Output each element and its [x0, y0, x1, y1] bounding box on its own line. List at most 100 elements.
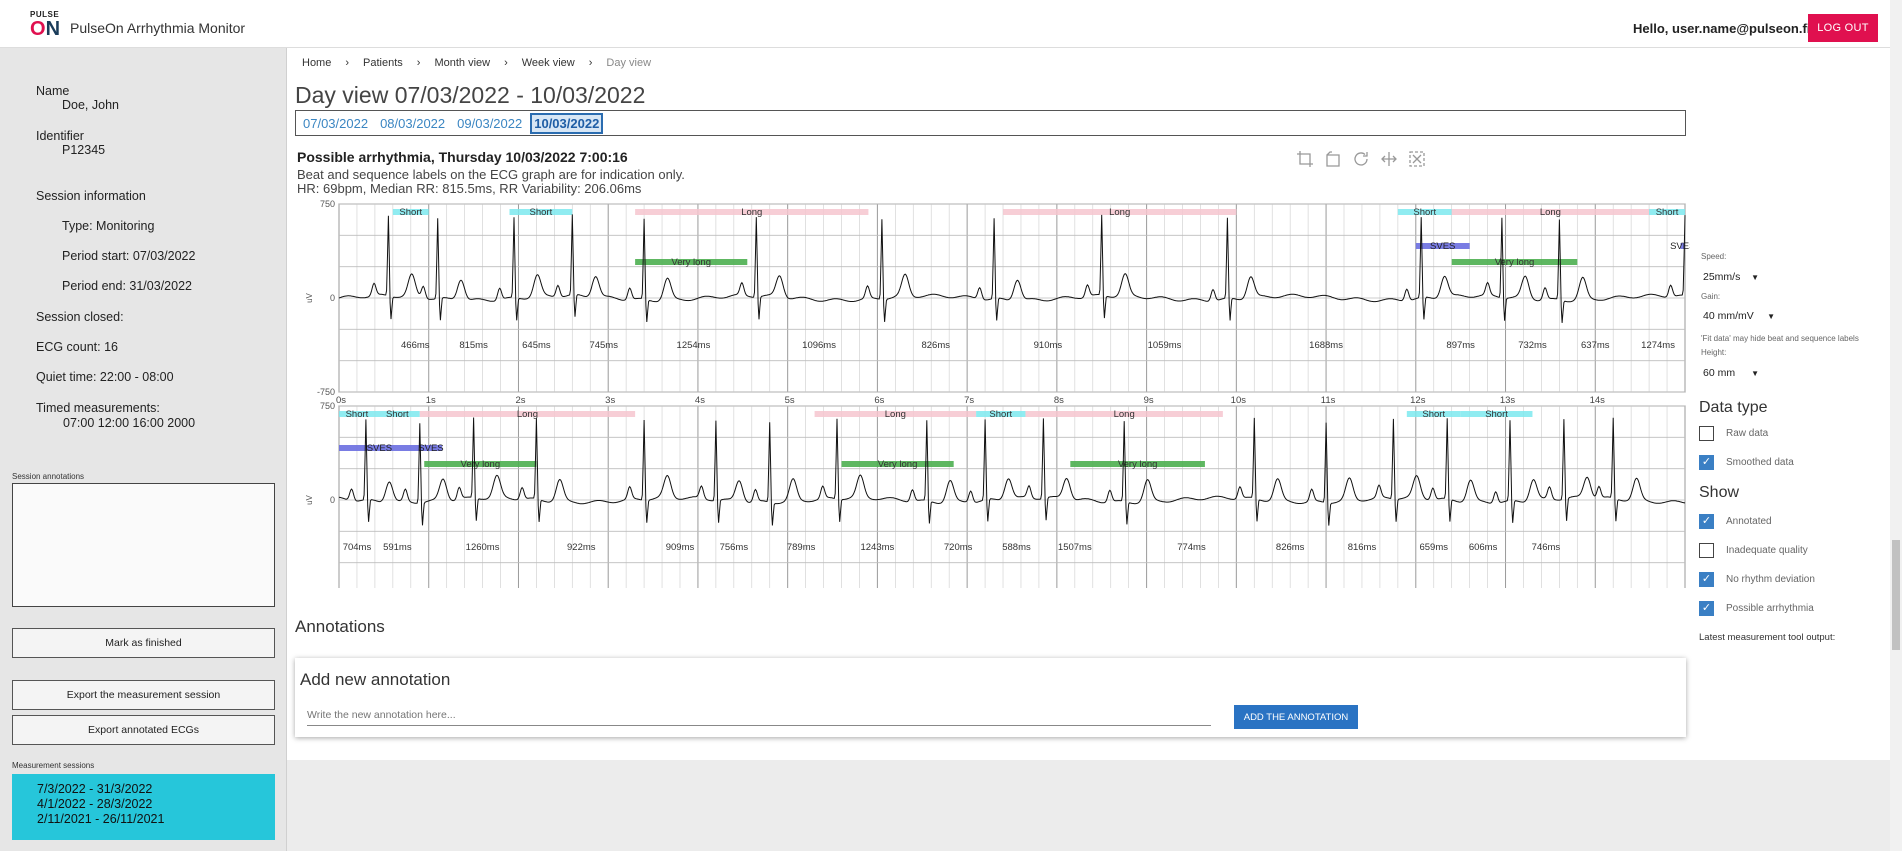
ecg-chart[interactable]: 750 0 -750 uV 0s 1s 2s 3s 4s 5s 6s 7s 8s 9s 10s 11s 12s 1… [295, 196, 1690, 588]
y-tick-label: -750 [317, 387, 335, 397]
raw-data-checkbox[interactable]: Raw data [1699, 426, 1768, 441]
export-session-button[interactable]: Export the measurement session [12, 680, 275, 710]
no-rhythm-deviation-label: No rhythm deviation [1726, 574, 1815, 585]
x-tick-label: 7s [964, 395, 974, 406]
rr-interval-label: 1260ms [466, 542, 500, 553]
quiet-time: Quiet time: 22:00 - 08:00 [36, 370, 174, 384]
footer-area [287, 760, 1890, 851]
tab-day[interactable]: 08/03/2022 [380, 116, 445, 131]
plot-area [338, 405, 1686, 588]
y-tick-label: 0 [330, 495, 335, 505]
latest-output-label: Latest measurement tool output: [1699, 632, 1836, 643]
session-item[interactable]: 4/1/2022 - 28/3/2022 [37, 797, 275, 812]
scrollbar-thumb[interactable] [1892, 540, 1900, 650]
x-tick-label: 8s [1054, 395, 1064, 406]
app-title: PulseOn Arrhythmia Monitor [70, 20, 246, 36]
annotation-label: Short [1656, 207, 1679, 218]
annotation-input[interactable] [307, 704, 1211, 726]
breadcrumb-week[interactable]: Week view [522, 57, 575, 69]
rr-interval-label: 1688ms [1309, 340, 1343, 351]
smoothed-data-checkbox[interactable]: ✓ Smoothed data [1699, 455, 1794, 470]
session-item[interactable]: 2/11/2021 - 26/11/2021 [37, 812, 275, 827]
tab-day[interactable]: 07/03/2022 [303, 116, 368, 131]
timed-measurements-label: Timed measurements: [36, 401, 160, 415]
no-rhythm-deviation-checkbox[interactable]: ✓ No rhythm deviation [1699, 572, 1815, 587]
fit-data-icon[interactable] [1380, 150, 1398, 168]
annotation-label: Short [989, 409, 1012, 420]
session-info-label: Session information [36, 189, 146, 203]
rr-interval-label: 922ms [567, 542, 596, 553]
speed-select[interactable]: 25mm/s ▼ [1701, 268, 1761, 286]
x-tick-label: 1s [426, 395, 436, 406]
possible-arrhythmia-checkbox[interactable]: ✓ Possible arrhythmia [1699, 601, 1814, 616]
chevron-down-icon: ▼ [1751, 368, 1759, 378]
crop-icon[interactable] [1296, 150, 1314, 168]
checkbox-box[interactable] [1699, 543, 1714, 558]
breadcrumb-month[interactable]: Month view [434, 57, 490, 69]
x-tick-label: 10s [1231, 395, 1247, 406]
annotation-label: Very long [671, 257, 711, 268]
annotation-label: Short [1422, 409, 1445, 420]
rr-interval-label: 1243ms [860, 542, 894, 553]
restore-icon[interactable] [1352, 150, 1370, 168]
checkbox-box[interactable]: ✓ [1699, 455, 1714, 470]
rr-interval-label: 815ms [459, 340, 488, 351]
gain-label: Gain: [1701, 292, 1721, 301]
breadcrumb-patients[interactable]: Patients [363, 57, 403, 69]
ecg-panel: 750 0 -750 uV 0s 1s 2s 3s 4s 5s 6s 7s 8s 9s 10s 11s 12s 1… [305, 199, 1690, 406]
annotation-label: Short [530, 207, 553, 218]
session-annotations-textarea[interactable] [12, 483, 275, 607]
annotation-label: Very long [878, 459, 918, 470]
data-type-heading: Data type [1699, 399, 1768, 416]
session-item[interactable]: 7/3/2022 - 31/3/2022 [37, 782, 275, 797]
identifier-label: Identifier [36, 129, 84, 143]
annotations-heading: Annotations [295, 617, 385, 636]
checkbox-box[interactable] [1699, 426, 1714, 441]
checkbox-box[interactable]: ✓ [1699, 514, 1714, 529]
height-select[interactable]: 60 mm ▼ [1701, 364, 1761, 382]
annotation-label: Long [1114, 409, 1135, 420]
tab-day[interactable]: 09/03/2022 [457, 116, 522, 131]
y-axis-label: uV [305, 494, 314, 504]
rr-interval-label: 1507ms [1058, 542, 1092, 553]
fit-data-note: 'Fit data' may hide beat and sequence la… [1701, 334, 1859, 343]
x-tick-label: 2s [515, 395, 525, 406]
rr-interval-label: 909ms [666, 542, 695, 553]
gain-select[interactable]: 40 mm/mV ▼ [1701, 307, 1777, 325]
annotated-checkbox[interactable]: ✓ Annotated [1699, 514, 1772, 529]
annotation-label: Long [517, 409, 538, 420]
inadequate-quality-checkbox[interactable]: Inadequate quality [1699, 543, 1808, 558]
export-annotated-ecgs-button[interactable]: Export annotated ECGs [12, 715, 275, 745]
annotation-label: Short [346, 409, 369, 420]
breadcrumb-home[interactable]: Home [302, 57, 331, 69]
inadequate-quality-label: Inadequate quality [1726, 545, 1808, 556]
gain-value: 40 mm/mV [1703, 310, 1754, 322]
annotation-label: Long [1540, 207, 1561, 218]
tab-day-active[interactable]: 10/03/2022 [530, 112, 604, 134]
rr-interval-label: 588ms [1002, 542, 1031, 553]
measurement-sessions-list: 7/3/2022 - 31/3/2022 4/1/2022 - 28/3/202… [12, 774, 275, 840]
pulseon-logo: PULSE ON [28, 10, 62, 40]
chart-toolbar [1296, 150, 1426, 168]
page-scrollbar[interactable] [1890, 0, 1902, 851]
checkbox-box[interactable]: ✓ [1699, 572, 1714, 587]
rr-interval-label: 720ms [944, 542, 973, 553]
rr-interval-label: 756ms [720, 542, 749, 553]
zoom-back-icon[interactable] [1324, 150, 1342, 168]
x-tick-label: 9s [1144, 395, 1154, 406]
mark-as-finished-button[interactable]: Mark as finished [12, 628, 275, 658]
annotation-label: Short [386, 409, 409, 420]
clear-selection-icon[interactable] [1408, 150, 1426, 168]
rr-interval-label: 732ms [1518, 340, 1547, 351]
x-tick-label: 6s [874, 395, 884, 406]
rr-interval-label: 1254ms [677, 340, 711, 351]
logout-button[interactable]: LOG OUT [1808, 14, 1878, 42]
x-tick-label: 0s [336, 395, 346, 406]
add-annotation-button[interactable]: ADD THE ANNOTATION [1234, 705, 1358, 729]
logo-letter-o: O [30, 18, 46, 40]
y-axis-label: uV [305, 292, 314, 302]
breadcrumb: Home › Patients › Month view › Week view › D… [302, 57, 651, 69]
checkbox-box[interactable]: ✓ [1699, 601, 1714, 616]
logo-text-bottom: ON [30, 18, 60, 40]
page-title: Day view 07/03/2022 - 10/03/2022 [295, 82, 646, 108]
